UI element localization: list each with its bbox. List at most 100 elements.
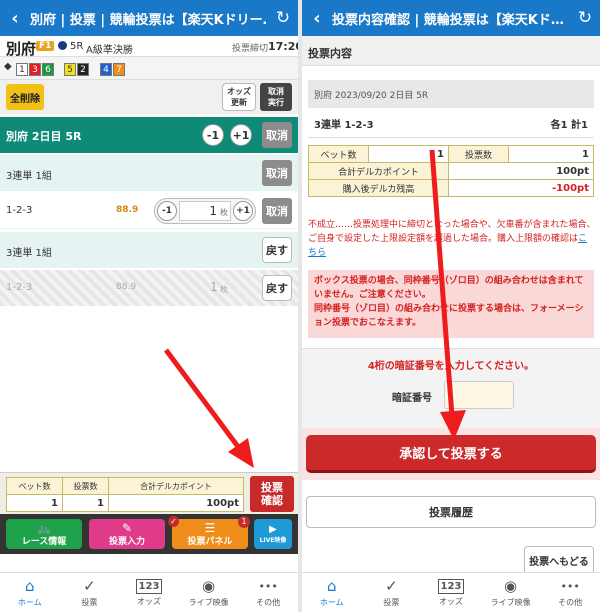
action-bar: 全削除 オッズ 更新 取消 実行 (0, 80, 298, 114)
race-detail-header: 別府 2023/09/20 2日目 5R (308, 80, 594, 108)
race-section-title: 別府 2日目 5R (6, 130, 82, 143)
odds-update-button[interactable]: オッズ 更新 (222, 83, 256, 111)
live-icon: ◉ (202, 576, 216, 595)
quantity-stepper: -1 1 枚 +1 (154, 198, 256, 224)
bets-value: 1 (368, 145, 449, 163)
back-to-vote-button[interactable]: 投票へもどる (524, 546, 594, 574)
app-header: ‹ 投票内容確認 | 競輪投票は【楽天Kド… ↻ (302, 0, 600, 36)
quick-bar: 🚲 レース情報 ✎ 投票入力 ☰ 投票パネル ✓ 1 ▶ LIVE映像 (0, 514, 298, 554)
app-header: ‹ 別府 | 投票 | 競輪投票は【楽天Kドリー… ↻ (0, 0, 298, 36)
bet-row-restore-button[interactable]: 戻す (262, 275, 292, 301)
panel-count-badge: 1 (238, 516, 250, 528)
reload-icon[interactable]: ↻ (268, 8, 298, 28)
nav-label: その他 (256, 597, 281, 607)
quantity-value: 1 (210, 280, 218, 294)
vote-input-label: 投票入力 (108, 536, 145, 547)
points-header: 合計デルカポイント (108, 477, 244, 495)
line-arrow-icon: ◆ (4, 61, 12, 72)
vote-history-button[interactable]: 投票履歴 (306, 496, 596, 528)
pin-input[interactable] (444, 381, 514, 409)
nav-odds[interactable]: 123 オッズ (119, 573, 179, 612)
votes-value: 1 (62, 494, 109, 512)
nav-live[interactable]: ◉ ライブ映像 (481, 573, 541, 612)
pin-label: 暗証番号 (392, 393, 432, 404)
race-number: 5R (70, 41, 84, 52)
bet-group-restore-button[interactable]: 戻す (262, 237, 292, 263)
nav-vote[interactable]: ✓ 投票 (60, 573, 120, 612)
race-info-button[interactable]: 🚲 レース情報 (6, 519, 82, 549)
points-label: 合計デルカポイント (308, 162, 449, 180)
nav-label: オッズ (136, 596, 161, 606)
vote-input-button[interactable]: ✎ 投票入力 (89, 519, 165, 549)
summary-table: ベット数 投票数 合計デルカポイント 1 1 100pt (6, 477, 244, 512)
deadline-time: 17:20 (268, 40, 298, 53)
line-group-1: 136 (16, 62, 55, 76)
line-group-2: 52 (64, 62, 90, 76)
votes-value: 1 (508, 145, 594, 163)
line-group-3: 47 (100, 62, 126, 76)
page-title: 別府 | 投票 | 競輪投票は【楽天Kドリー… (30, 12, 268, 28)
nav-home[interactable]: ⌂ ホーム (0, 573, 60, 612)
bet-detail-row: 3連単 1-2-3 各1 計1 (308, 108, 594, 138)
back-icon[interactable]: ‹ (302, 8, 332, 29)
race-minus-button[interactable]: -1 (202, 124, 224, 146)
reload-icon[interactable]: ↻ (570, 8, 600, 28)
bet-combination: 3連単 1-2-3 (314, 120, 374, 131)
nav-other[interactable]: ••• その他 (238, 573, 298, 612)
nav-label: ホーム (17, 597, 42, 607)
quantity-input[interactable]: 1 枚 (179, 201, 231, 221)
votes-label: 投票数 (448, 145, 509, 163)
bet-combination: 1-2-3 (6, 205, 33, 216)
time-icon (58, 41, 67, 50)
pin-prompt: 4桁の暗証番号を入力してください。 (367, 361, 535, 372)
nav-odds[interactable]: 123 オッズ (421, 573, 481, 612)
back-icon[interactable]: ‹ (0, 8, 30, 29)
bet-odds: 88.9 (116, 282, 137, 292)
edit-icon: ✎ (121, 520, 133, 535)
nav-label: 投票 (383, 597, 400, 607)
bottom-navigation: ⌂ ホーム ✓ 投票 123 オッズ ◉ ライブ映像 ••• その他 (302, 572, 600, 612)
race-plus-button[interactable]: +1 (230, 124, 252, 146)
bets-value: 1 (6, 494, 63, 512)
bet-group-cancel-button[interactable]: 取消 (262, 160, 292, 186)
quantity-minus-button[interactable]: -1 (157, 201, 177, 221)
home-icon: ⌂ (25, 576, 35, 595)
page-title: 投票内容確認 | 競輪投票は【楽天Kド… (332, 12, 564, 28)
nav-home[interactable]: ⌂ ホーム (302, 573, 362, 612)
nav-live[interactable]: ◉ ライブ映像 (179, 573, 239, 612)
vote-panel-button[interactable]: ☰ 投票パネル (172, 519, 248, 549)
bet-count: 各1 計1 (550, 120, 588, 131)
race-cancel-button[interactable]: 取消 (262, 122, 292, 148)
votes-header: 投票数 (62, 477, 109, 495)
nav-other[interactable]: ••• その他 (540, 573, 600, 612)
points-value: 100pt (108, 494, 244, 512)
nav-label: 投票 (81, 597, 98, 607)
left-screen: ‹ 別府 | 投票 | 競輪投票は【楽天Kドリー… ↻ 別府 F1 5R A級準… (0, 0, 298, 612)
vote-confirm-button[interactable]: 投票 確認 (250, 476, 294, 512)
quantity-unit: 枚 (220, 285, 228, 294)
race-info-label: レース情報 (21, 536, 67, 547)
balance-label: 購入後デルカ残高 (308, 179, 449, 197)
failure-notice: 不成立……投票処理中に締切となった場合や、欠車番が含まれた場合、ご自身で設定した… (308, 218, 596, 260)
bet-group-1: 3連単 1組 取消 (0, 155, 298, 191)
bet-row-cancel-button[interactable]: 取消 (262, 198, 292, 224)
points-value: 100pt (448, 162, 594, 180)
bottom-navigation: ⌂ ホーム ✓ 投票 123 オッズ ◉ ライブ映像 ••• その他 (0, 572, 298, 612)
approve-vote-button[interactable]: 承認して投票する (306, 435, 596, 473)
quantity-value: 1 (209, 204, 217, 218)
bet-combination: 1-2-3 (6, 282, 33, 293)
live-video-button[interactable]: ▶ LIVE映像 (254, 519, 292, 549)
nav-vote[interactable]: ✓ 投票 (362, 573, 422, 612)
quantity-plus-button[interactable]: +1 (233, 201, 253, 221)
clear-all-button[interactable]: 全削除 (6, 84, 44, 110)
bet-group-2: 3連単 1組 戻す (0, 232, 298, 268)
race-name: A級準決勝 (86, 45, 133, 56)
summary-bar: ベット数 投票数 合計デルカポイント 1 1 100pt 投票 確認 (0, 472, 298, 514)
more-icon: ••• (560, 579, 580, 593)
live-label: LIVE映像 (259, 536, 287, 544)
right-screen: ‹ 投票内容確認 | 競輪投票は【楽天Kド… ↻ 投票内容 別府 2023/09… (302, 0, 600, 612)
nav-label: ライブ映像 (490, 597, 531, 607)
nav-label: その他 (558, 597, 583, 607)
cancel-execute-button[interactable]: 取消 実行 (260, 83, 292, 111)
bicycle-icon: 🚲 (36, 520, 52, 535)
